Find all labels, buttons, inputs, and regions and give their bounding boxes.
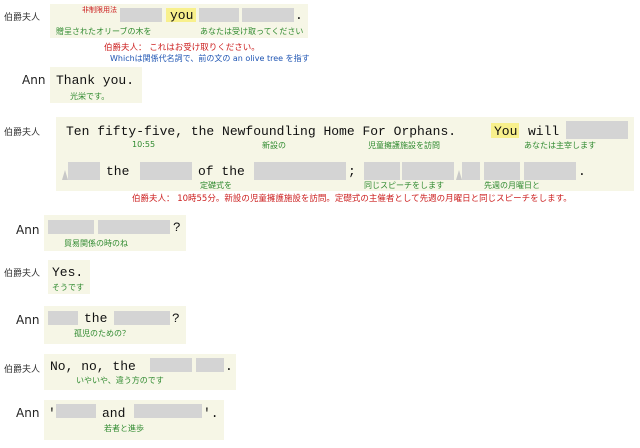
blank-1 bbox=[48, 220, 94, 234]
speaker-countess: 伯爵夫人 bbox=[4, 365, 41, 375]
speaker-countess: 伯爵夫人 bbox=[4, 128, 41, 138]
blank-8 bbox=[484, 162, 520, 180]
gloss: いやいや、違う方のです bbox=[76, 376, 164, 385]
question-mark: ? bbox=[172, 311, 180, 326]
gloss-monday: 先週の月曜日と bbox=[484, 181, 540, 190]
period: . bbox=[225, 359, 233, 374]
gloss-olive: 贈呈されたオリーブの木を bbox=[56, 27, 152, 36]
word-of-the: of the bbox=[198, 164, 245, 179]
gloss: 孤児のための？ bbox=[74, 329, 130, 338]
grammar-note: Whichは関係代名詞で、前の文の an olive tree を指す bbox=[110, 54, 310, 63]
blank-1 bbox=[150, 358, 192, 372]
blank-1 bbox=[120, 8, 162, 22]
blank-1 bbox=[56, 404, 96, 418]
close-quote: '. bbox=[203, 406, 219, 421]
blank-2 bbox=[114, 311, 170, 325]
blank-7 bbox=[462, 162, 480, 180]
blank-2 bbox=[98, 220, 170, 234]
gloss: 若者と進歩 bbox=[104, 424, 144, 433]
speaker-countess: 伯爵夫人 bbox=[4, 13, 41, 23]
word-will: will bbox=[528, 124, 560, 139]
speaker-ann: Ann bbox=[16, 406, 40, 420]
translation-1: 伯爵夫人： これはお受け取りください。 bbox=[104, 43, 260, 53]
gloss-ceremony: 定礎式を bbox=[200, 181, 232, 190]
open-quote: ' bbox=[48, 406, 56, 421]
line-text: Thank you. bbox=[56, 73, 135, 88]
gloss: 貿易関係の時のね bbox=[64, 239, 128, 248]
speaker-ann: Ann bbox=[22, 73, 46, 87]
blank-1 bbox=[566, 121, 628, 139]
speaker-ann: Ann bbox=[16, 223, 40, 237]
blank-2 bbox=[199, 8, 239, 22]
blank-9 bbox=[524, 162, 576, 180]
word-the: the bbox=[84, 311, 108, 326]
gloss-time: 10:55 bbox=[132, 140, 156, 149]
blank-3 bbox=[242, 8, 294, 22]
blank-1 bbox=[48, 311, 78, 325]
period: . bbox=[578, 164, 586, 179]
word-you: You bbox=[494, 124, 518, 139]
gloss: そうです bbox=[52, 283, 84, 292]
blank-3 bbox=[140, 162, 192, 180]
blank-5 bbox=[364, 162, 400, 180]
gloss-orphan: 児童擁護施設を訪問 bbox=[368, 141, 440, 150]
gloss-you: あなたは主宰します bbox=[524, 141, 596, 150]
gloss: 光栄です。 bbox=[70, 92, 110, 101]
gloss-new: 新設の bbox=[262, 141, 286, 150]
gloss-speech: 同じスピーチをします bbox=[364, 181, 444, 190]
blank-6 bbox=[402, 162, 454, 180]
line-text: Ten fifty-five, the Newfoundling Home Fo… bbox=[66, 124, 457, 139]
question-mark: ? bbox=[173, 220, 181, 235]
gloss-receive: あなたは受け取ってください bbox=[200, 27, 304, 36]
translation-3: 伯爵夫人： 10時55分。新設の児童擁護施設を訪問。定礎式の主催者として先週の月… bbox=[132, 194, 572, 204]
line-text: No, no, the bbox=[50, 359, 136, 374]
grammar-tag: 非制限用法 bbox=[82, 6, 117, 14]
blank-2 bbox=[68, 162, 100, 180]
word-you: you bbox=[170, 8, 194, 23]
line-text: Yes. bbox=[52, 265, 84, 280]
word-the: the bbox=[106, 164, 130, 179]
period: . bbox=[295, 8, 303, 23]
speaker-ann: Ann bbox=[16, 313, 40, 327]
word-and: and bbox=[102, 406, 126, 421]
semicolon: ; bbox=[348, 164, 356, 179]
blank-2 bbox=[134, 404, 202, 418]
blank-2 bbox=[196, 358, 224, 372]
blank-4 bbox=[254, 162, 346, 180]
speaker-countess: 伯爵夫人 bbox=[4, 269, 41, 279]
